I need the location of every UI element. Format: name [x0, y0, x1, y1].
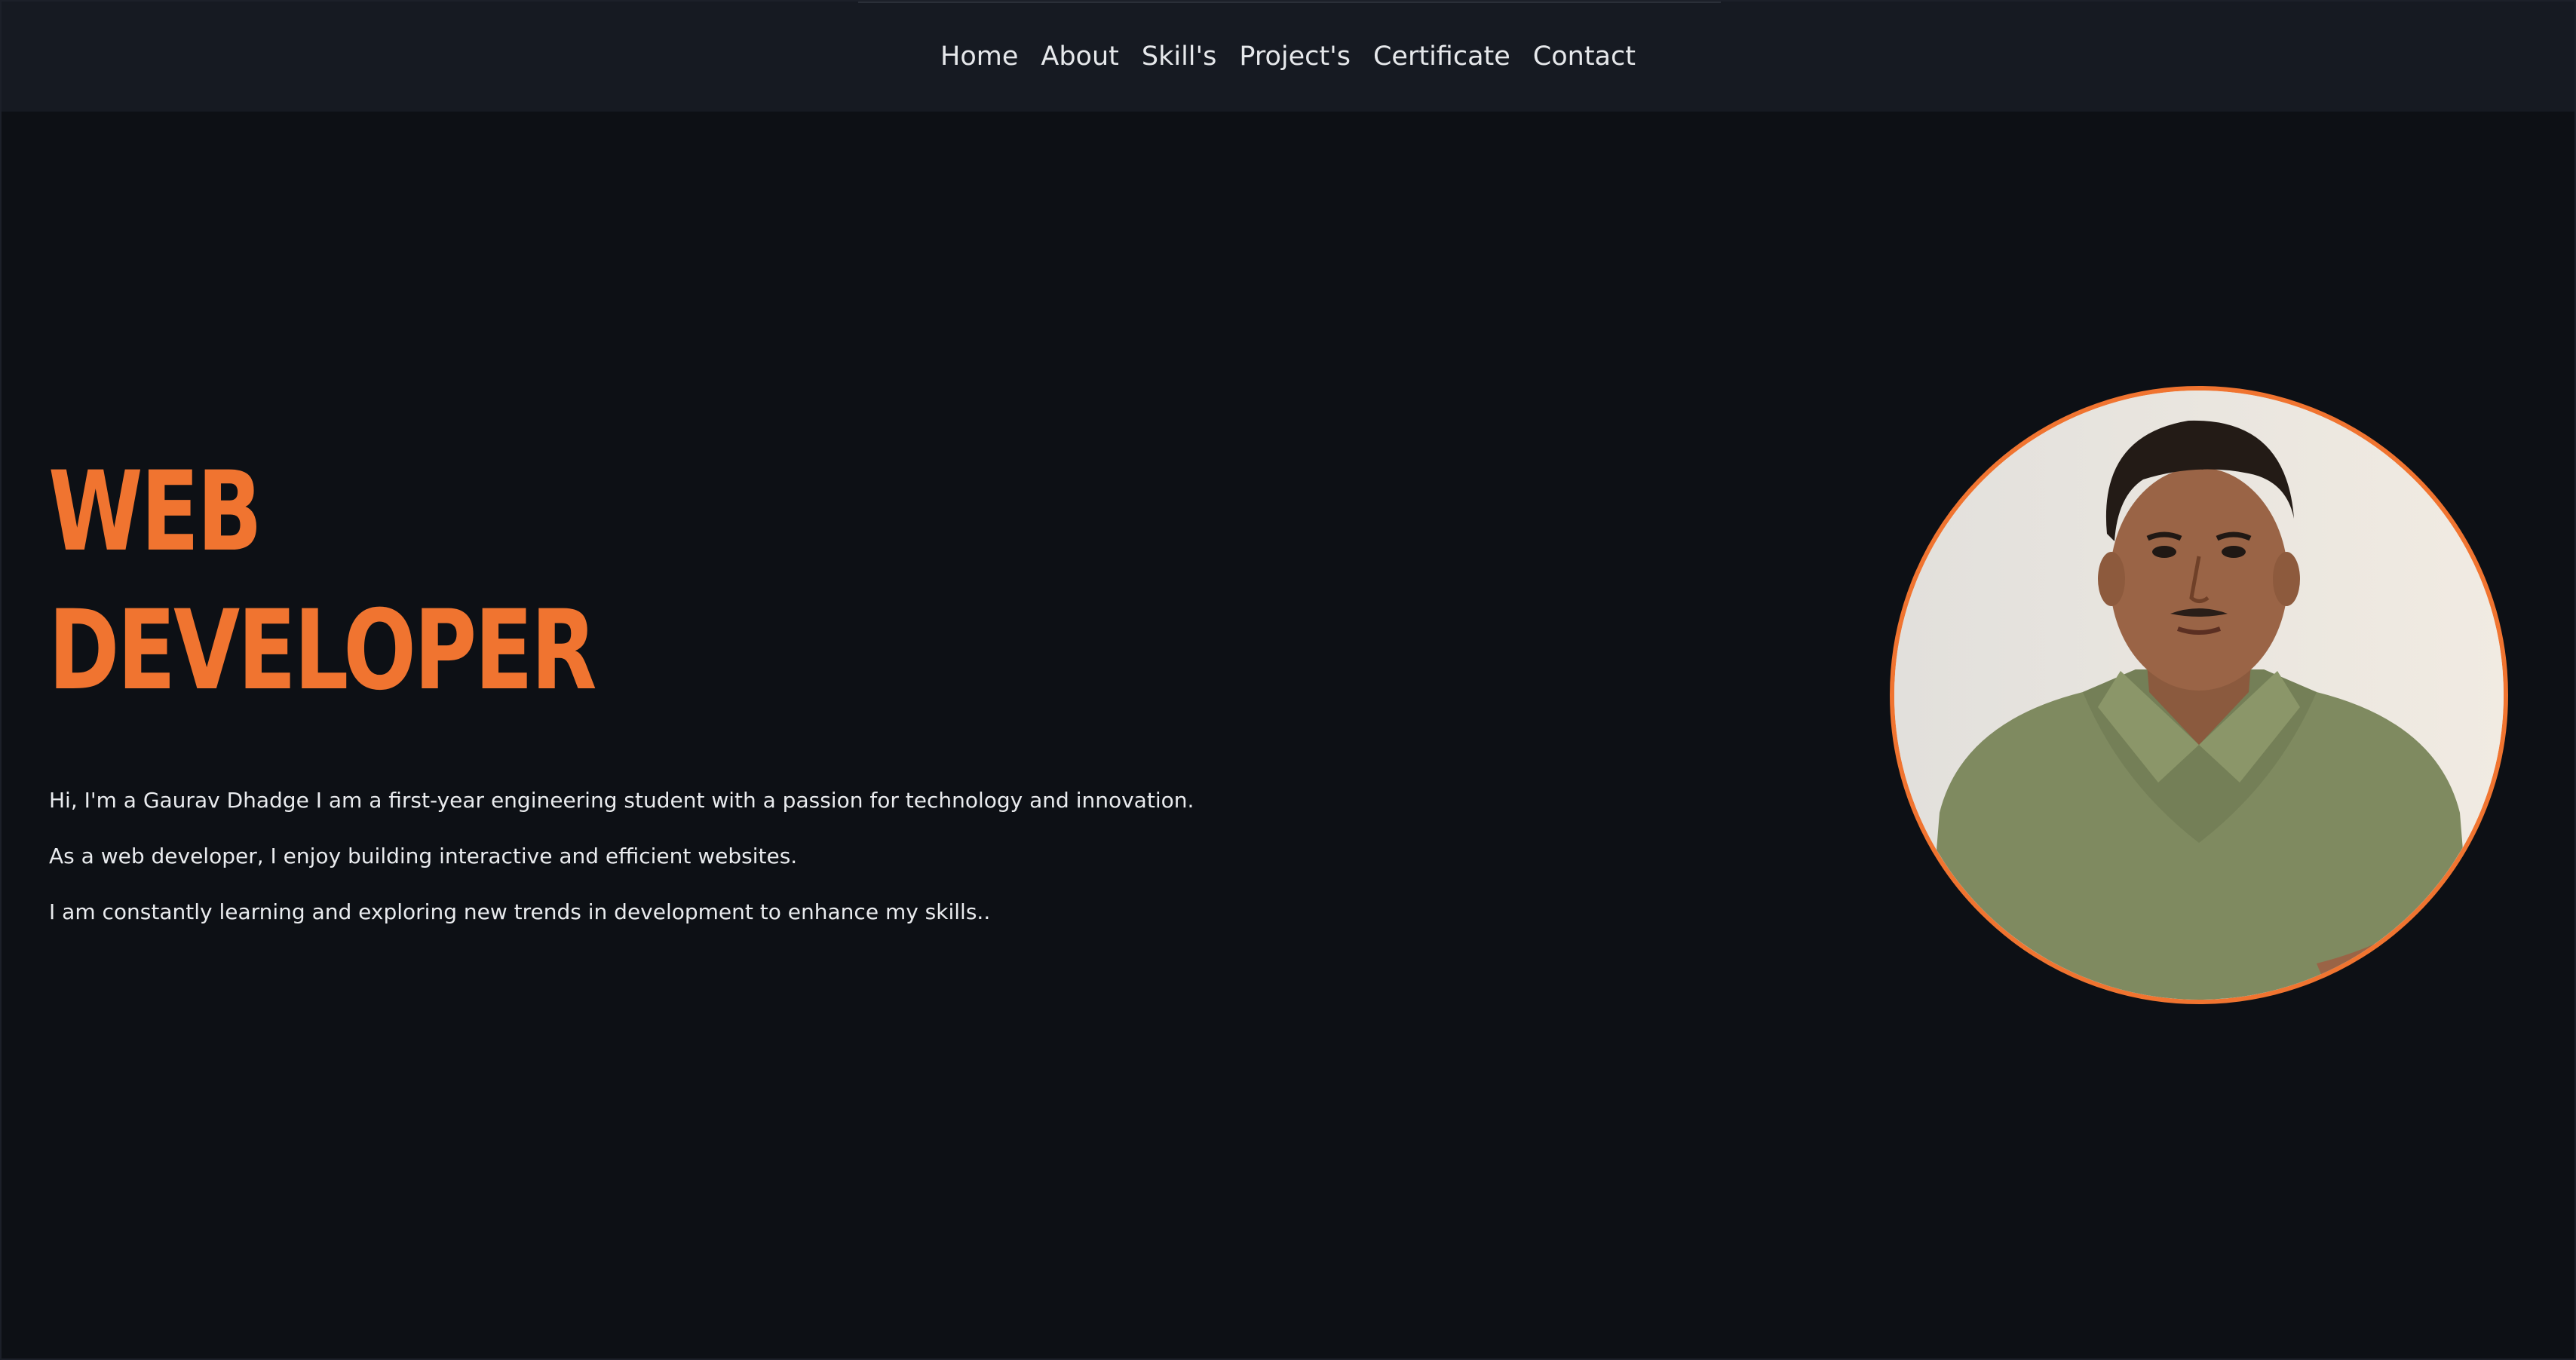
top-navbar: Home About Skill's Project's Certificate… [2, 2, 2574, 112]
nav-home-link[interactable]: Home [940, 41, 1018, 72]
intro-paragraph-2: As a web developer, I enjoy building int… [49, 844, 798, 868]
profile-photo-illustration [1894, 391, 2504, 1000]
nav-projects-link[interactable]: Project's [1239, 41, 1351, 72]
hero-title-line-2: DEVELOPER [48, 587, 597, 715]
nav-certificate-link[interactable]: Certificate [1373, 41, 1510, 72]
nav-about-link[interactable]: About [1041, 41, 1118, 72]
profile-photo [1890, 386, 2508, 1004]
intro-text: Hi, I'm a Gaurav Dhadge I am a first-yea… [49, 786, 1194, 953]
hero-title-line-1: WEB [48, 448, 262, 576]
intro-paragraph-1: Hi, I'm a Gaurav Dhadge I am a first-yea… [49, 788, 1194, 813]
nav-contact-link[interactable]: Contact [1533, 41, 1636, 72]
nav-skills-link[interactable]: Skill's [1142, 41, 1217, 72]
intro-paragraph-3: I am constantly learning and exploring n… [49, 899, 991, 924]
portfolio-page: Home About Skill's Project's Certificate… [0, 0, 2576, 1360]
hero-title: WEB DEVELOPER [48, 443, 597, 720]
